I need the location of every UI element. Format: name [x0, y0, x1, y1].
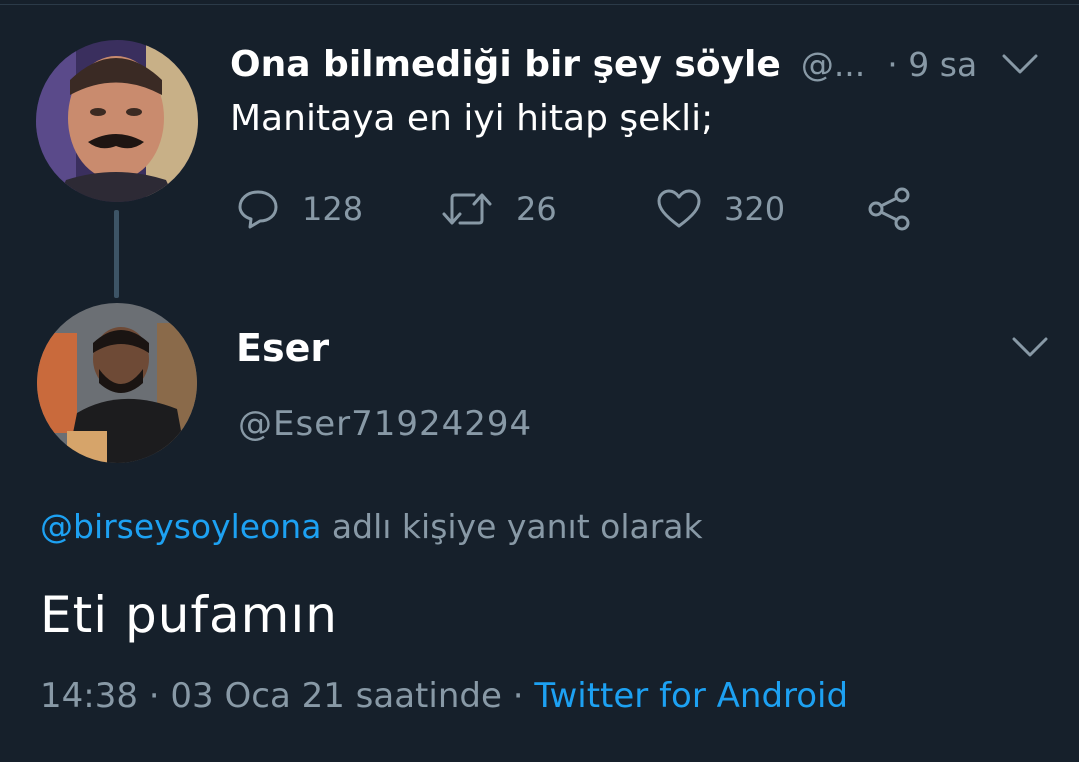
- reply-display-name[interactable]: Eser: [236, 326, 329, 370]
- parent-time-value: 9 sa: [908, 44, 978, 84]
- heart-icon: [657, 189, 701, 228]
- tweet-time: 14:38: [40, 676, 138, 716]
- replying-to-mention-link[interactable]: @birseysoyleona: [40, 507, 321, 546]
- reply-button[interactable]: 128: [236, 186, 363, 232]
- chevron-down-icon[interactable]: [1000, 50, 1040, 80]
- tweet-date: 03 Oca 21 saatinde: [170, 676, 502, 716]
- retweet-icon: [442, 193, 492, 225]
- thread-connector-line: [114, 210, 119, 298]
- parent-display-name[interactable]: Ona bilmediği bir şey söyle: [230, 44, 781, 85]
- meta-separator: ·: [512, 676, 524, 716]
- meta-separator: ·: [148, 676, 160, 716]
- reply-tweet-text: Eti pufamın: [40, 586, 338, 644]
- replying-to-suffix: adlı kişiye yanıt olarak: [331, 507, 703, 546]
- tweet-metadata: 14:38 · 03 Oca 21 saatinde · Twitter for…: [40, 676, 848, 716]
- share-icon: [868, 187, 910, 231]
- share-button[interactable]: [866, 186, 914, 232]
- parent-time-separator: ·: [887, 44, 898, 84]
- reply-count: 128: [302, 190, 364, 228]
- tweet-detail-screen: Ona bilmediği bir şey söyle @... · 9 sa …: [0, 0, 1079, 762]
- client-link[interactable]: Twitter for Android: [534, 676, 848, 716]
- parent-tweet-header: Ona bilmediği bir şey söyle @... · 9 sa: [230, 38, 977, 90]
- parent-timestamp: · 9 sa: [887, 45, 977, 84]
- parent-avatar[interactable]: [36, 40, 198, 202]
- like-button[interactable]: 320: [656, 186, 785, 232]
- parent-handle[interactable]: @...: [801, 45, 865, 84]
- replying-to-line: @birseysoyleona adlı kişiye yanıt olarak: [40, 507, 703, 546]
- reply-avatar[interactable]: [37, 303, 197, 463]
- top-divider: [0, 4, 1079, 5]
- like-count: 320: [724, 190, 786, 228]
- retweet-button[interactable]: 26: [440, 186, 557, 232]
- parent-tweet-text: Manitaya en iyi hitap şekli;: [230, 98, 714, 139]
- retweet-count: 26: [516, 190, 557, 228]
- reply-handle[interactable]: @Eser71924294: [238, 404, 532, 444]
- chevron-down-icon[interactable]: [1010, 333, 1050, 363]
- reply-icon: [238, 190, 278, 229]
